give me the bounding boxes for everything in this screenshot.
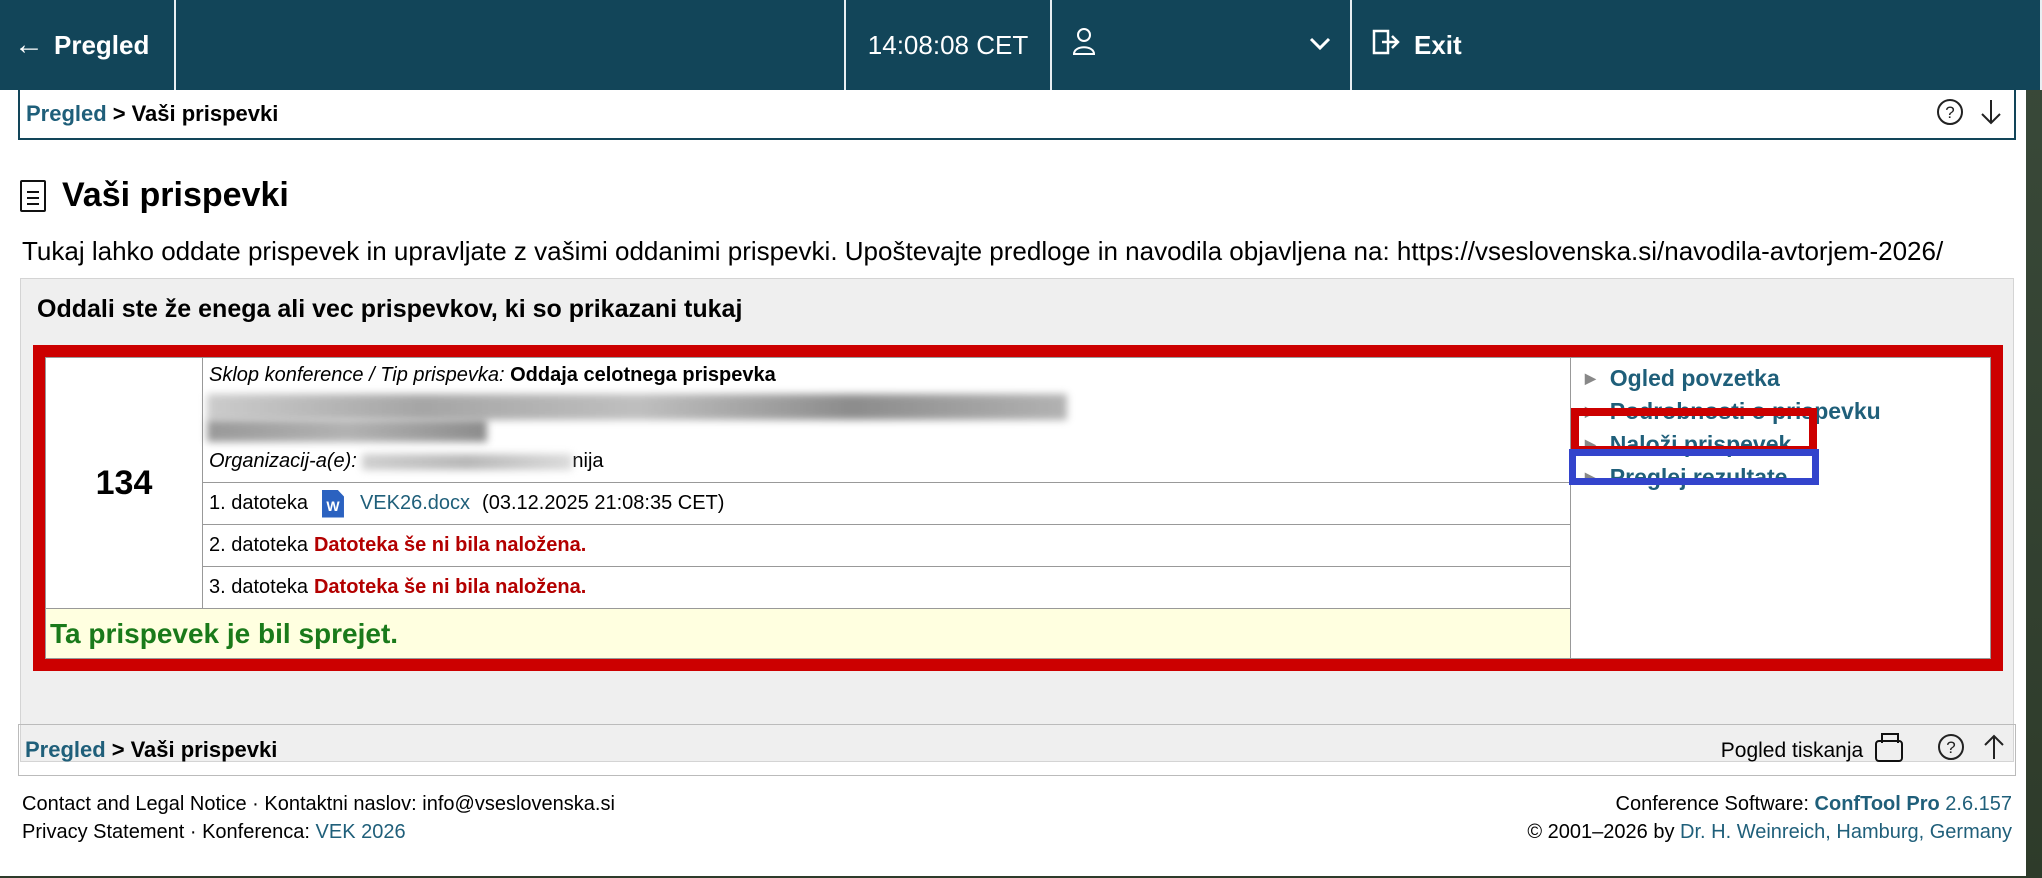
arrow-down-icon[interactable]: [1978, 100, 2004, 132]
back-button-label: Pregled: [54, 29, 150, 60]
print-view-link[interactable]: Pogled tiskanja: [1721, 739, 1863, 763]
contact-link[interactable]: Contact and Legal Notice: [22, 793, 247, 815]
submission-track: Sklop konference / Tip prispevka: Oddaja…: [209, 364, 1564, 387]
bottom-icons: ?: [1929, 733, 2007, 768]
svg-text:?: ?: [1945, 103, 1954, 122]
redacted-authors: [207, 420, 487, 442]
panel-heading: Oddali ste že enega ali vec prispevkov, …: [37, 295, 743, 323]
copyright-author-link[interactable]: Dr. H. Weinreich, Hamburg, Germany: [1680, 821, 2012, 843]
software-label: Conference Software:: [1615, 793, 1809, 815]
acceptance-status: Ta prispevek je bil sprejet.: [46, 608, 1570, 658]
breadcrumb-current: Vaši prispevki: [131, 101, 279, 126]
breadcrumb: Pregled > Vaši prispevki ?: [18, 90, 2016, 140]
submission-info: Sklop konference / Tip prispevka: Oddaja…: [203, 358, 1570, 482]
file-date: (03.12.2025 21:08:35 CET): [482, 492, 725, 514]
breadcrumb-link-pregled[interactable]: Pregled: [25, 737, 106, 763]
contact-address-label: Kontaktni naslov:: [264, 793, 417, 815]
page-intro: Tukaj lahko oddate prispevek in upravlja…: [22, 236, 1944, 266]
triangle-right-icon: ▶: [1585, 370, 1596, 386]
file-row-2: 2. datoteka Datoteka še ni bila naložena…: [203, 524, 1570, 566]
page-title: Vaši prispevki: [62, 176, 289, 214]
help-circle-icon[interactable]: ?: [1937, 734, 1973, 767]
exit-button[interactable]: Exit: [1352, 0, 2042, 90]
submission-organization: Organizacij-a(e): nija: [209, 450, 604, 473]
breadcrumb-link-pregled[interactable]: Pregled: [26, 101, 107, 127]
breadcrumb-icons: ?: [1930, 98, 2004, 133]
page-content: Pregled > Vaši prispevki ? Vaši prispevk…: [0, 90, 2026, 876]
arrow-up-icon[interactable]: [1981, 734, 2007, 767]
action-label: Ogled povzetka: [1609, 365, 1780, 391]
bottom-breadcrumb: Pregled > Vaši prispevki Pogled tiskanja…: [18, 724, 2016, 776]
footer-dot: ·: [189, 821, 197, 843]
svg-text:?: ?: [1946, 738, 1955, 757]
footer-right: Conference Software: ConfTool Pro 2.6.15…: [1527, 790, 2012, 846]
org-label: Organizacij-a(e):: [209, 450, 357, 472]
file-label: 1. datoteka: [209, 492, 308, 514]
word-file-icon: W: [321, 489, 344, 518]
software-version: 2.6.157: [1945, 793, 2012, 815]
redacted-organization: [362, 453, 573, 470]
copyright-prefix: © 2001–2026 by: [1527, 821, 1675, 843]
page-title-row: Vaši prispevki: [20, 176, 289, 215]
contact-email[interactable]: info@vseslovenska.si: [422, 793, 615, 815]
submission-number: 134: [46, 358, 203, 608]
help-circle-icon[interactable]: ?: [1936, 99, 1972, 132]
action-view-abstract[interactable]: ▶ Ogled povzetka: [1585, 362, 1990, 395]
user-menu[interactable]: [1052, 0, 1352, 90]
file-status: Datoteka še ni bila naložena.: [313, 576, 587, 598]
track-label: Sklop konference / Tip prispevka:: [209, 364, 505, 386]
conference-link[interactable]: VEK 2026: [316, 821, 406, 843]
submission-table: 134 Sklop konference / Tip prispevka: Od…: [45, 357, 1991, 659]
org-suffix: nija: [572, 450, 604, 472]
track-value: Oddaja celotnega prispevka: [510, 364, 776, 386]
highlight-blue-results: [1569, 449, 1819, 485]
user-icon: [1072, 26, 1106, 64]
footer: Contact and Legal Notice · Kontaktni nas…: [22, 790, 2012, 846]
top-navigation-bar: ← Pregled 14:08:08 CET Exit: [0, 0, 2042, 90]
software-line: Conference Software: ConfTool Pro 2.6.15…: [1527, 790, 2012, 818]
exit-label: Exit: [1414, 29, 1462, 60]
print-view-area: Pogled tiskanja ?: [1721, 732, 2007, 768]
software-link[interactable]: ConfTool Pro: [1815, 793, 1940, 815]
highlight-red-upload: [1571, 408, 1817, 454]
clock: 14:08:08 CET: [844, 0, 1052, 90]
back-button[interactable]: ← Pregled: [0, 0, 176, 90]
submission-highlight-box: 134 Sklop konference / Tip prispevka: Od…: [33, 345, 2003, 671]
file-status: Datoteka še ni bila naložena.: [313, 534, 587, 556]
breadcrumb-separator: >: [112, 101, 126, 126]
conference-label: Konferenca:: [202, 821, 310, 843]
footer-dot: ·: [252, 793, 259, 815]
submissions-panel: Oddali ste že enega ali vec prispevkov, …: [20, 278, 2014, 762]
file-row-3: 3. datoteka Datoteka še ni bila naložena…: [203, 566, 1570, 608]
redacted-title: [207, 394, 1067, 420]
file-link[interactable]: VEK26.docx: [360, 492, 470, 515]
file-label: 3. datoteka: [209, 576, 308, 598]
arrow-left-icon: ←: [14, 28, 44, 61]
file-row-1: 1. datoteka W VEK26.docx (03.12.2025 21:…: [203, 482, 1570, 524]
privacy-link[interactable]: Privacy Statement: [22, 821, 184, 843]
exit-icon: [1372, 29, 1400, 62]
document-icon: [20, 179, 46, 212]
file-label: 2. datoteka: [209, 534, 308, 556]
submission-actions: ▶ Ogled povzetka ▶ Podrobnosti o prispev…: [1569, 358, 1990, 658]
breadcrumb-separator: >: [111, 737, 125, 762]
breadcrumb-current: Vaši prispevki: [130, 737, 278, 762]
copyright-line: © 2001–2026 by Dr. H. Weinreich, Hamburg…: [1527, 818, 2012, 846]
chevron-down-icon[interactable]: [1308, 31, 1332, 59]
printer-icon[interactable]: [1875, 732, 1904, 762]
